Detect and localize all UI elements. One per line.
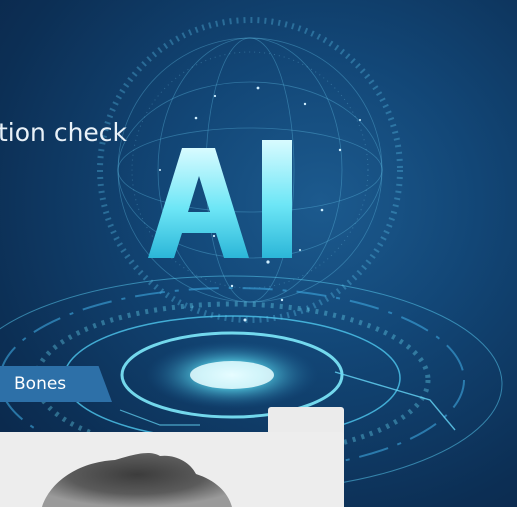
globe-sphere [117, 37, 383, 303]
tab-bones[interactable]: Bones [0, 366, 112, 402]
page-title: tion check [0, 118, 128, 147]
image-panel [0, 432, 344, 507]
ai-logo-icon [148, 140, 292, 258]
ai-globe-illustration [0, 17, 503, 493]
xray-image [42, 453, 232, 507]
